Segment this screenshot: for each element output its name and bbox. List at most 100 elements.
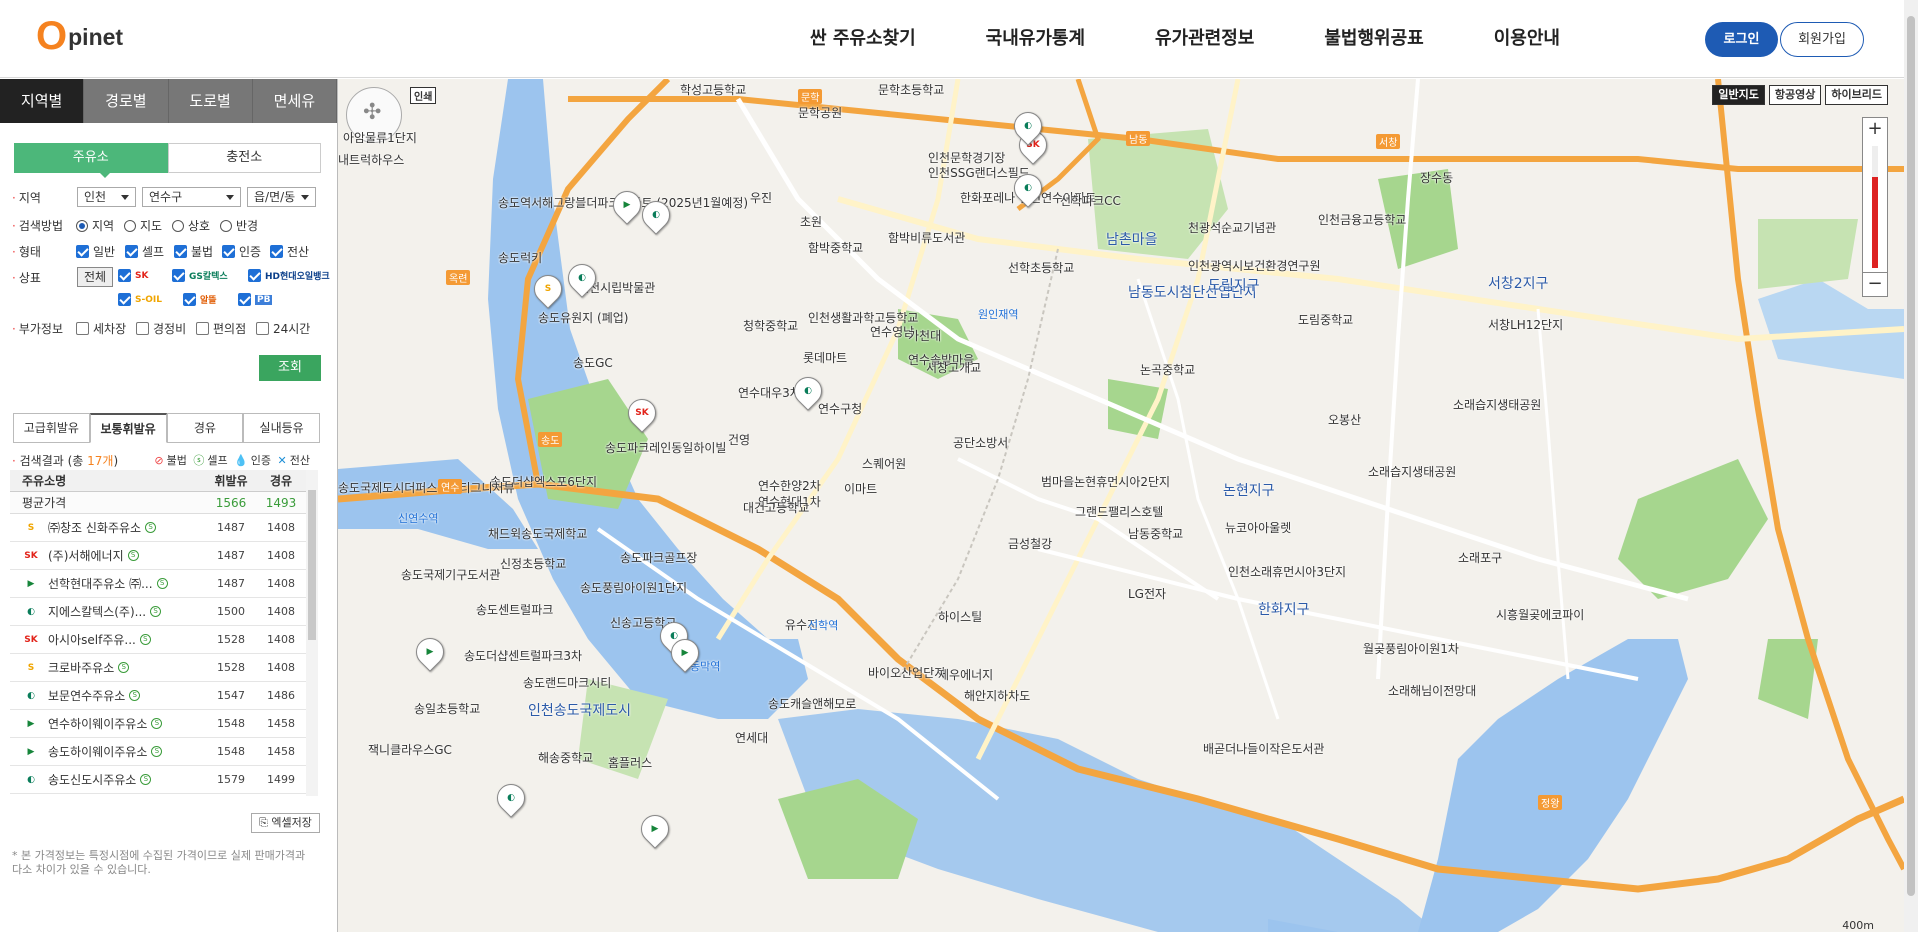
station-marker[interactable]: ◐ (1008, 106, 1048, 146)
station-name-cell[interactable]: ◐ 지에스칼텍스(주)... S (10, 598, 206, 625)
station-name[interactable]: ㈜창조 신화주유소 (48, 514, 141, 541)
tab-charging-station[interactable]: 충전소 (167, 143, 321, 173)
table-row[interactable]: ▶ 선학현대주유소 ㈜... S 1487 1408 (10, 570, 316, 598)
login-button[interactable]: 로그인 (1705, 22, 1778, 57)
method-name-radio[interactable]: 상호 (172, 217, 210, 234)
map[interactable]: 인쇄 일반지도 항공영상 하이브리드 + − 400m 아암물류1단지내트럭하우… (338, 79, 1904, 932)
table-row[interactable]: ◐ 보문연수주유소 S 1547 1486 (10, 682, 316, 710)
map-type-hybrid[interactable]: 하이브리드 (1825, 85, 1888, 105)
sido-select[interactable]: 인천 (77, 187, 136, 207)
brand-altteul-checkbox[interactable]: 알뜰 (183, 293, 223, 306)
brand-soil-checkbox[interactable]: S-OIL (118, 293, 168, 306)
method-region-radio[interactable]: 지역 (76, 217, 114, 234)
table-row[interactable]: SK (주)서해에너지 S 1487 1408 (10, 542, 316, 570)
brand-gs-checkbox[interactable]: GS칼텍스 (172, 269, 234, 282)
table-row[interactable]: SK 아시아self주유... S 1528 1408 (10, 626, 316, 654)
station-name[interactable]: 송도신도시주유소 (48, 766, 136, 793)
zoom-in-button[interactable]: + (1863, 118, 1887, 142)
sigungu-select[interactable]: 연수구 (142, 187, 241, 207)
form-self-checkbox[interactable]: 셀프 (125, 243, 164, 260)
station-marker[interactable]: SK (622, 393, 662, 433)
form-computerized-checkbox[interactable]: 전산 (270, 243, 309, 260)
form-illegal-checkbox[interactable]: 불법 (174, 243, 213, 260)
station-name[interactable]: 아시아self주유... (48, 626, 136, 653)
tab-kerosene[interactable]: 실내등유 (243, 413, 320, 443)
tab-gas-station[interactable]: 주유소 (14, 143, 168, 173)
tab-tax-free[interactable]: 면세유 (252, 79, 337, 123)
station-marker[interactable]: ▶ (607, 185, 647, 225)
menu-domestic-price-stats[interactable]: 국내유가통계 (986, 0, 1085, 78)
station-marker[interactable]: ▶ (635, 809, 675, 849)
brand-all-button[interactable]: 전체 (77, 267, 113, 287)
station-name[interactable]: (주)서해에너지 (48, 542, 124, 569)
opinet-logo[interactable]: Opinet (36, 14, 123, 59)
search-button[interactable]: 조회 (259, 355, 321, 381)
station-name-cell[interactable]: SK (주)서해에너지 S (10, 542, 206, 569)
station-name[interactable]: 지에스칼텍스(주)... (48, 598, 146, 625)
station-name[interactable]: 연수하이웨이주유소 (48, 710, 147, 737)
station-marker[interactable]: ◐ (636, 195, 676, 235)
menu-cheap-station[interactable]: 싼 주유소찾기 (810, 0, 916, 78)
page-scrollbar[interactable] (1904, 0, 1918, 932)
brand-hd-checkbox[interactable]: HD현대오일뱅크 (248, 269, 336, 282)
station-name-cell[interactable]: S 크로바주유소 S (10, 654, 206, 681)
station-name[interactable]: 송도하이웨이주유소 (48, 738, 147, 765)
table-row[interactable]: S 크로바주유소 S 1528 1408 (10, 654, 316, 682)
result-scrollbar[interactable] (306, 470, 318, 796)
zoom-out-button[interactable]: − (1863, 272, 1887, 296)
menu-illegal-disclosure[interactable]: 불법행위공표 (1324, 0, 1423, 78)
station-name-cell[interactable]: ▶ 연수하이웨이주유소 S (10, 710, 206, 737)
map-type-aerial[interactable]: 항공영상 (1768, 85, 1822, 105)
tab-by-route[interactable]: 경로별 (84, 79, 169, 123)
dong-select[interactable]: 읍/면/동 (247, 187, 316, 207)
print-button[interactable]: 인쇄 (410, 87, 437, 104)
method-radius-radio[interactable]: 반경 (220, 217, 258, 234)
scroll-thumb[interactable] (308, 490, 316, 640)
station-name-cell[interactable]: S ㈜창조 신화주유소 S (10, 514, 206, 541)
extra-maintenance-checkbox[interactable]: 경정비 (136, 320, 186, 337)
table-row[interactable]: S ㈜창조 신화주유소 S 1487 1408 (10, 514, 316, 542)
tab-diesel[interactable]: 경유 (166, 413, 244, 443)
brand-sk-checkbox[interactable]: SK (118, 269, 154, 282)
map-type-general[interactable]: 일반지도 (1712, 85, 1765, 105)
excel-save-button[interactable]: ⎘ 엑셀저장 (251, 813, 320, 833)
form-certified-checkbox[interactable]: 인증 (222, 243, 261, 260)
station-name[interactable]: 보문연수주유소 (48, 682, 125, 709)
menu-oil-price-info[interactable]: 유가관련정보 (1155, 0, 1254, 78)
zoom-slider[interactable] (1872, 146, 1878, 268)
tab-by-region[interactable]: 지역별 (0, 79, 85, 123)
col-station-name[interactable]: 주유소명 (10, 470, 206, 491)
station-name-cell[interactable]: SK 아시아self주유... S (10, 626, 206, 653)
table-row[interactable]: ◐ 지에스칼텍스(주)... S 1500 1408 (10, 598, 316, 626)
tab-premium-gasoline[interactable]: 고급휘발유 (13, 413, 90, 443)
table-row[interactable]: ▶ 연수하이웨이주유소 S 1548 1458 (10, 710, 316, 738)
station-name[interactable]: 선학현대주유소 ㈜... (48, 570, 153, 597)
station-name-cell[interactable]: ◐ 보문연수주유소 S (10, 682, 206, 709)
tab-regular-gasoline[interactable]: 보통휘발유 (89, 413, 167, 443)
join-button[interactable]: 회원가입 (1780, 22, 1864, 57)
extra-carwash-checkbox[interactable]: 세차장 (76, 320, 126, 337)
extra-cvs-checkbox[interactable]: 편의점 (196, 320, 246, 337)
table-row[interactable]: ▶ 송도하이웨이주유소 S 1548 1458 (10, 738, 316, 766)
col-diesel[interactable]: 경유 (256, 470, 306, 491)
station-marker[interactable]: ◐ (562, 258, 602, 298)
menu-usage-guide[interactable]: 이용안내 (1494, 0, 1560, 78)
page-scroll-thumb[interactable] (1907, 16, 1915, 896)
col-gasoline[interactable]: 휘발유 (206, 470, 256, 491)
station-marker[interactable]: ▶ (665, 633, 705, 673)
station-name-cell[interactable]: ◐ 송도신도시주유소 S (10, 766, 206, 793)
table-row[interactable]: ◐ 송도신도시주유소 S 1579 1499 (10, 766, 316, 794)
station-name[interactable]: 크로바주유소 (48, 654, 114, 681)
station-marker[interactable]: ◐ (788, 371, 828, 411)
station-name-cell[interactable]: ▶ 송도하이웨이주유소 S (10, 738, 206, 765)
station-marker[interactable]: ◐ (491, 778, 531, 818)
station-marker[interactable]: ▶ (410, 632, 450, 672)
extra-24h-checkbox[interactable]: 24시간 (256, 320, 310, 337)
brand-pb-checkbox[interactable]: PB (238, 293, 278, 306)
station-marker[interactable]: ◐ (1008, 168, 1048, 208)
form-general-checkbox[interactable]: 일반 (76, 243, 115, 260)
method-map-radio[interactable]: 지도 (124, 217, 162, 234)
station-marker[interactable]: S (528, 269, 568, 309)
station-name-cell[interactable]: ▶ 선학현대주유소 ㈜... S (10, 570, 206, 597)
tab-by-road[interactable]: 도로별 (168, 79, 253, 123)
